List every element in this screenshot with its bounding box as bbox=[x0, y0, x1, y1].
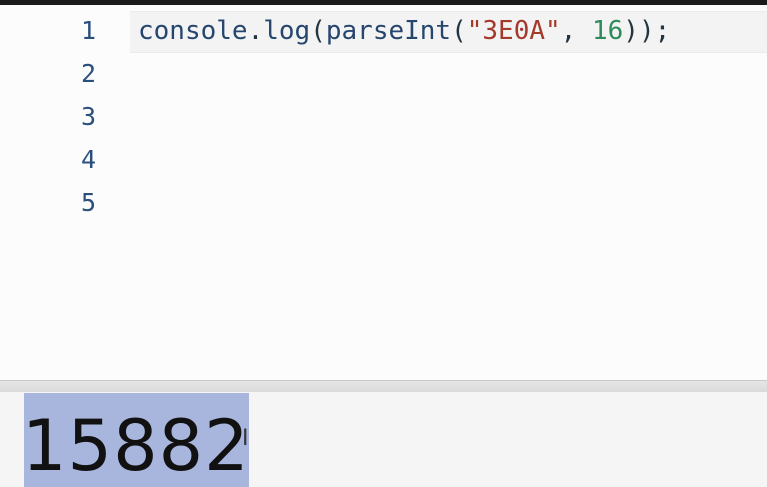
code-token-open-paren: ( bbox=[451, 16, 467, 46]
line-number: 5 bbox=[80, 188, 96, 217]
code-token-parseint: parseInt bbox=[325, 16, 452, 46]
code-token-open-paren: ( bbox=[310, 16, 326, 46]
line-number: 2 bbox=[80, 59, 96, 88]
line-number: 3 bbox=[80, 102, 96, 131]
code-token-number-literal: 16 bbox=[591, 16, 624, 46]
code-token-log: log bbox=[263, 16, 311, 46]
code-token-string-literal: "3E0A" bbox=[466, 16, 561, 46]
console-output-panel[interactable]: 15882 bbox=[0, 392, 767, 487]
text-cursor-icon: I bbox=[242, 426, 249, 451]
line-number: 1 bbox=[80, 16, 96, 45]
code-token-comma: , bbox=[560, 16, 592, 46]
code-token-console: console bbox=[138, 16, 248, 46]
line-number: 4 bbox=[80, 145, 96, 174]
code-editor[interactable]: 1 2 3 4 5 console.log(parseInt("3E0A", 1… bbox=[0, 5, 767, 380]
code-token-closing: )); bbox=[623, 16, 671, 46]
code-token-dot: . bbox=[247, 16, 264, 46]
code-line-1[interactable]: console.log(parseInt("3E0A", 16)); bbox=[138, 15, 670, 47]
console-output-value[interactable]: 15882 bbox=[22, 406, 250, 486]
code-runner-screen: 1 2 3 4 5 console.log(parseInt("3E0A", 1… bbox=[0, 0, 767, 487]
